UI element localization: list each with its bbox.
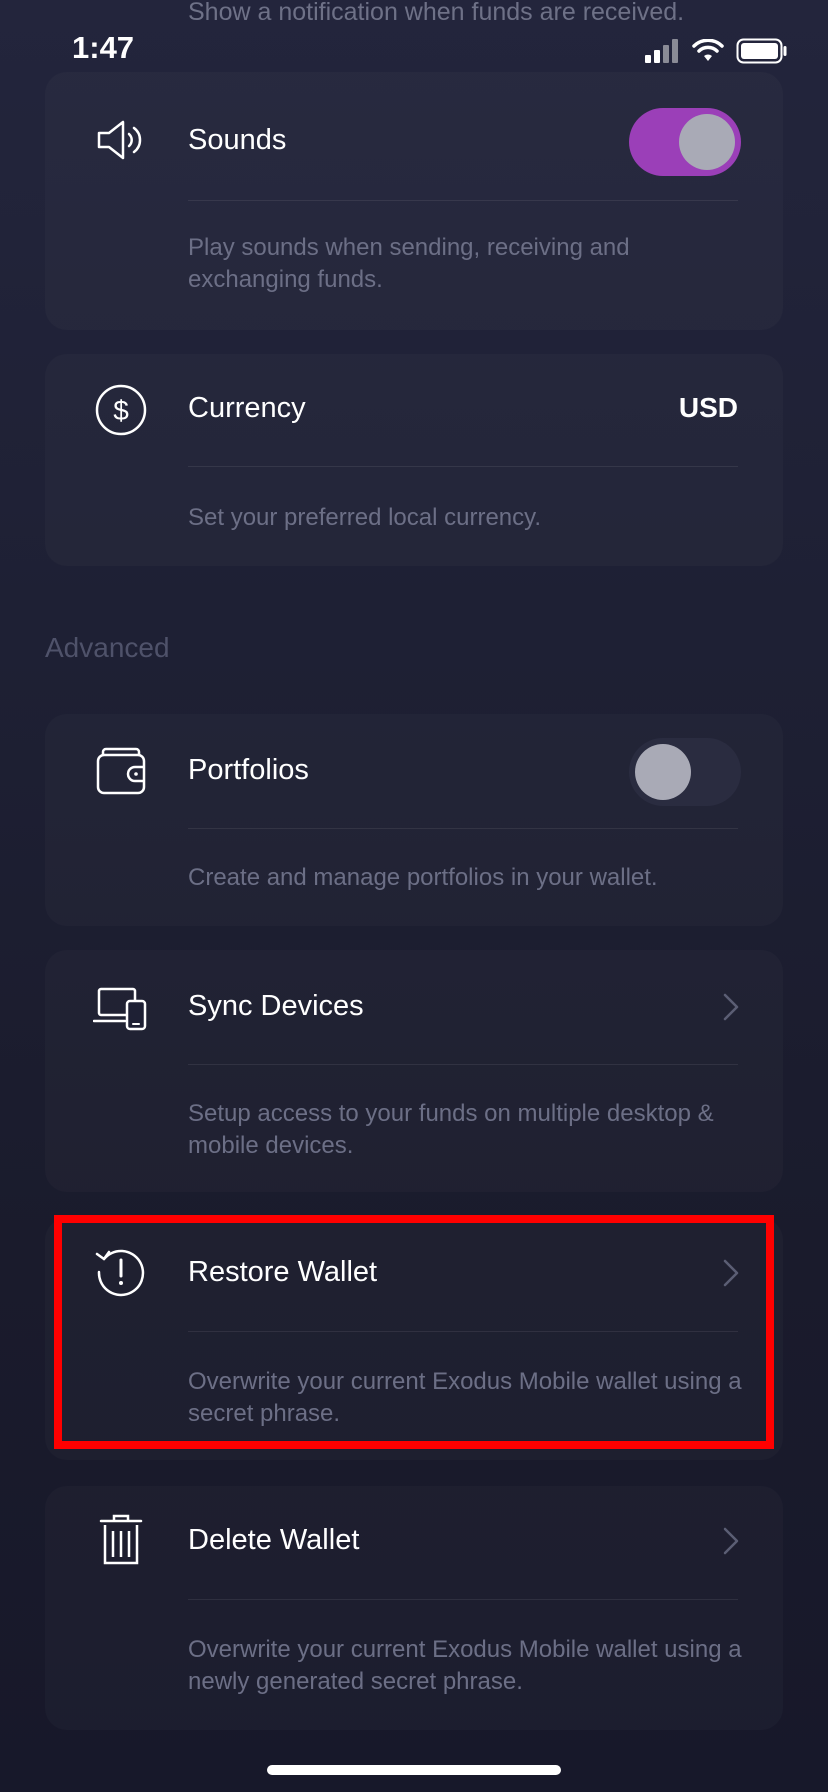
chevron-right-icon	[723, 1527, 739, 1555]
highlight-box	[54, 1215, 774, 1449]
portfolios-toggle[interactable]	[629, 738, 741, 806]
chevron-right-icon	[723, 993, 739, 1021]
toggle-knob	[635, 744, 691, 800]
divider	[188, 828, 738, 829]
divider	[188, 200, 738, 201]
devices-icon	[93, 980, 149, 1036]
currency-card[interactable]: $ Currency USD Set your preferred local …	[45, 354, 783, 566]
sync-devices-description: Setup access to your funds on multiple d…	[188, 1100, 714, 1159]
portfolios-description: Create and manage portfolios in your wal…	[188, 864, 658, 891]
sync-devices-card[interactable]: Sync Devices Setup access to your funds …	[45, 950, 783, 1192]
sync-devices-title: Sync Devices	[188, 990, 364, 1022]
svg-text:$: $	[113, 395, 129, 426]
home-indicator	[267, 1765, 561, 1775]
toggle-knob	[679, 114, 735, 170]
status-time: 1:47	[72, 30, 135, 65]
delete-wallet-description: Overwrite your current Exodus Mobile wal…	[188, 1636, 742, 1695]
dollar-icon: $	[93, 382, 149, 438]
battery-icon	[736, 38, 787, 64]
signal-icon	[645, 39, 678, 63]
speaker-icon	[93, 112, 149, 168]
delete-wallet-card[interactable]: Delete Wallet Overwrite your current Exo…	[45, 1486, 783, 1730]
sounds-title: Sounds	[188, 124, 287, 156]
divider	[188, 1064, 738, 1065]
currency-title: Currency	[188, 392, 306, 424]
currency-description: Set your preferred local currency.	[188, 504, 542, 531]
sounds-description: Play sounds when sending, receiving and …	[188, 234, 630, 293]
portfolios-card: Portfolios Create and manage portfolios …	[45, 714, 783, 926]
divider	[188, 466, 738, 467]
section-header-advanced: Advanced	[45, 632, 170, 663]
status-icons	[644, 36, 788, 66]
wallet-icon	[93, 744, 149, 800]
wifi-icon	[692, 39, 724, 61]
trash-icon	[93, 1512, 149, 1568]
sounds-card: Sounds Play sounds when sending, receivi…	[45, 72, 783, 330]
delete-wallet-title: Delete Wallet	[188, 1524, 360, 1556]
portfolios-title: Portfolios	[188, 754, 309, 786]
sounds-toggle[interactable]	[629, 108, 741, 176]
currency-value: USD	[678, 392, 738, 423]
divider	[188, 1599, 738, 1600]
